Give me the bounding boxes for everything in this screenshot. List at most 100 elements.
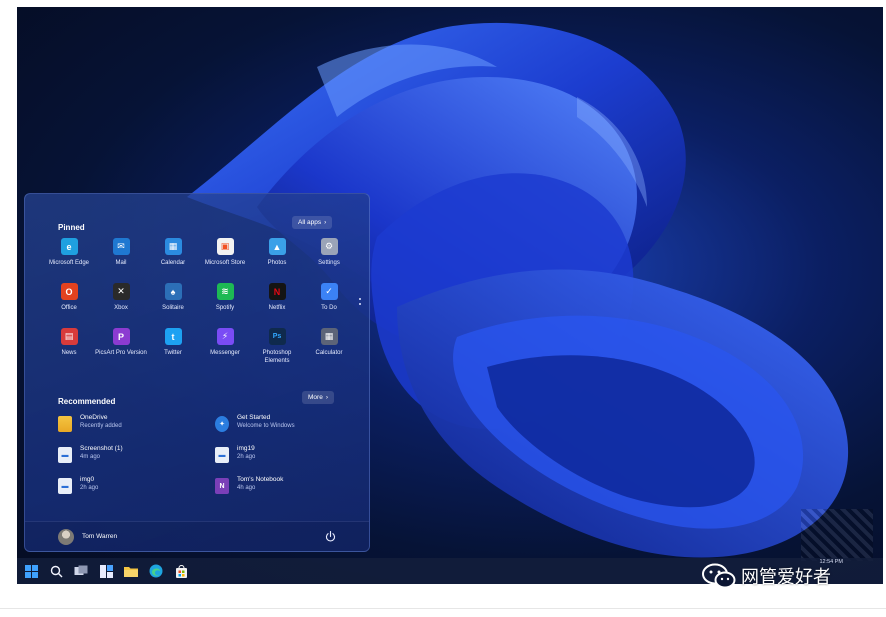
pinned-app-label: Settings <box>318 260 340 266</box>
page-dots-icon[interactable] <box>359 298 362 308</box>
recommended-item[interactable]: OneDrive Recently added <box>58 414 215 445</box>
avatar[interactable] <box>58 529 74 545</box>
recommended-item[interactable]: ✦ Get Started Welcome to Windows <box>215 414 348 445</box>
recommended-item[interactable]: ▬ img19 2h ago <box>215 445 348 476</box>
pinned-app-solitaire[interactable]: ♠ Solitaire <box>147 279 199 324</box>
windows-start-icon[interactable] <box>21 561 41 581</box>
start-menu: Pinned All apps › e Microsoft Edge ✉ Mail ▦ C… <box>24 193 370 552</box>
messenger-icon: ⚡ <box>216 328 234 345</box>
user-bar: Tom Warren <box>25 521 369 551</box>
watermark: 网管爱好者 <box>702 563 831 589</box>
pinned-title: Pinned <box>58 223 85 232</box>
pinned-app-label: PicsArt Pro Version <box>95 350 147 356</box>
store-icon[interactable] <box>171 561 191 581</box>
recommended-item[interactable]: N Tom's Notebook 4h ago <box>215 476 348 507</box>
photos-icon: ▲ <box>268 238 286 255</box>
all-apps-button[interactable]: All apps › <box>292 216 333 229</box>
pinned-app-label: Calculator <box>315 350 343 356</box>
recommended-item[interactable]: ▬ img0 2h ago <box>58 476 215 507</box>
power-icon[interactable] <box>324 530 337 543</box>
pinned-app-label: Netflix <box>268 305 286 311</box>
pinned-app-label: Office <box>61 305 77 311</box>
recommended-item-subtitle: Recently added <box>80 423 122 429</box>
xbox-icon: ✕ <box>112 283 130 300</box>
pinned-app-microsoft-store[interactable]: ▣ Microsoft Store <box>199 234 251 279</box>
pinned-app-microsoft-edge[interactable]: e Microsoft Edge <box>43 234 95 279</box>
wechat-icon <box>702 563 736 589</box>
more-button[interactable]: More › <box>302 391 334 404</box>
pinned-app-spotify[interactable]: ≋ Spotify <box>199 279 251 324</box>
calendar-icon: ▦ <box>164 238 182 255</box>
pinned-app-label: Mail <box>115 260 127 266</box>
recommended-item-subtitle: 4h ago <box>237 485 256 491</box>
chevron-right-icon: › <box>324 219 327 226</box>
recommended-item-name: img19 <box>237 445 255 452</box>
pinned-app-label: Photoshop Elements <box>262 350 292 364</box>
pinned-app-label: Messenger <box>210 350 240 356</box>
picsart-icon: P <box>112 328 130 345</box>
recommended-item-name: img0 <box>80 476 95 483</box>
more-label: More <box>308 394 323 401</box>
mail-icon: ✉ <box>112 238 130 255</box>
image-file-icon: ▬ <box>215 447 229 463</box>
image-file-icon: ▬ <box>58 478 72 494</box>
pinned-app-to-do[interactable]: ✓ To Do <box>303 279 355 324</box>
recommended-item-subtitle: 4m ago <box>80 454 101 460</box>
pinned-apps-grid: e Microsoft Edge ✉ Mail ▦ Calendar ▣ Microsoft … <box>43 234 355 369</box>
pinned-app-news[interactable]: ▤ News <box>43 324 95 369</box>
image-file-icon: ▬ <box>58 447 72 463</box>
desktop-screen: Pinned All apps › e Microsoft Edge ✉ Mail ▦ C… <box>17 7 883 584</box>
todo-icon: ✓ <box>320 283 338 300</box>
pinned-app-mail[interactable]: ✉ Mail <box>95 234 147 279</box>
pinned-app-label: Xbox <box>114 305 128 311</box>
photoshop-icon: Ps <box>268 328 286 345</box>
pinned-app-messenger[interactable]: ⚡ Messenger <box>199 324 251 369</box>
folder-icon <box>58 416 72 432</box>
chevron-right-icon: › <box>325 394 328 401</box>
recommended-title: Recommended <box>58 397 116 406</box>
pinned-app-label: Photos <box>267 260 287 266</box>
solitaire-icon: ♠ <box>164 283 182 300</box>
recommended-item-subtitle: Welcome to Windows <box>237 423 295 429</box>
pinned-app-label: To Do <box>321 305 337 311</box>
onenote-icon: N <box>215 478 229 494</box>
task-view-icon[interactable] <box>71 561 91 581</box>
page-divider <box>0 608 886 609</box>
pinned-app-settings[interactable]: ⚙ Settings <box>303 234 355 279</box>
edge-icon[interactable] <box>146 561 166 581</box>
store-icon: ▣ <box>216 238 234 255</box>
search-icon[interactable] <box>46 561 66 581</box>
twitter-icon: t <box>164 328 182 345</box>
user-name[interactable]: Tom Warren <box>82 533 117 540</box>
recommended-item[interactable]: ▬ Screenshot (1) 4m ago <box>58 445 215 476</box>
pinned-app-label: Microsoft Store <box>204 260 246 266</box>
pinned-app-label: Spotify <box>215 305 235 311</box>
office-icon: O <box>60 283 78 300</box>
recommended-list: OneDrive Recently added ✦ Get Started Welcom… <box>58 414 348 507</box>
pinned-app-twitter[interactable]: t Twitter <box>147 324 199 369</box>
recommended-item-name: OneDrive <box>80 414 108 421</box>
pinned-app-photos[interactable]: ▲ Photos <box>251 234 303 279</box>
pinned-app-calendar[interactable]: ▦ Calendar <box>147 234 199 279</box>
recommended-item-subtitle: 2h ago <box>237 454 256 460</box>
get-started-icon: ✦ <box>215 416 229 432</box>
recommended-item-name: Screenshot (1) <box>80 445 123 452</box>
pinned-app-label: Solitaire <box>162 305 184 311</box>
spotify-icon: ≋ <box>216 283 234 300</box>
edge-icon: e <box>60 238 78 255</box>
pinned-app-netflix[interactable]: N Netflix <box>251 279 303 324</box>
news-icon: ▤ <box>60 328 78 345</box>
calculator-icon: ▦ <box>320 328 338 345</box>
pinned-app-office[interactable]: O Office <box>43 279 95 324</box>
pinned-app-calculator[interactable]: ▦ Calculator <box>303 324 355 369</box>
watermark-text: 网管爱好者 <box>741 567 831 588</box>
pinned-app-photoshop-elements[interactable]: Ps Photoshop Elements <box>251 324 303 369</box>
recommended-item-name: Tom's Notebook <box>237 476 284 483</box>
recommended-item-name: Get Started <box>237 414 271 421</box>
all-apps-label: All apps <box>298 219 322 226</box>
file-explorer-icon[interactable] <box>121 561 141 581</box>
pinned-app-label: News <box>61 350 77 356</box>
widgets-icon[interactable] <box>96 561 116 581</box>
pinned-app-picsart-pro-version[interactable]: P PicsArt Pro Version <box>95 324 147 369</box>
pinned-app-xbox[interactable]: ✕ Xbox <box>95 279 147 324</box>
